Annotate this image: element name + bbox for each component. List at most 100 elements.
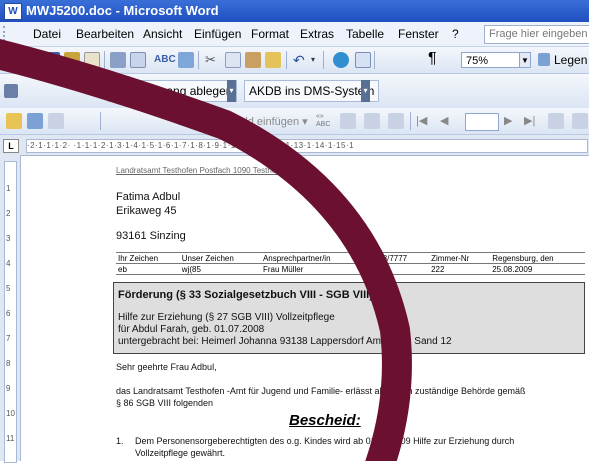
table-header-cell: Ihr Zeichen (116, 252, 180, 264)
email-icon[interactable] (84, 52, 100, 68)
menu-bearbeiten[interactable]: Bearbeiten (76, 27, 134, 41)
reference-table: Ihr Zeichen Unser Zeichen Ansprechpartne… (116, 252, 585, 275)
menu-ansicht[interactable]: Ansicht (143, 27, 182, 41)
permission-icon[interactable] (64, 52, 80, 68)
decision-heading: Bescheid: (289, 412, 361, 429)
find-entry-icon[interactable] (548, 113, 564, 129)
title-bar: W MWJ5200.doc - Microsoft Word (0, 0, 589, 22)
standard-toolbar: ABC ✂ ↶ ▾ ¶ 75% ▼ Legen (0, 47, 589, 74)
show-hide-icon[interactable]: ¶ (428, 50, 444, 67)
previous-record-icon[interactable]: ◀ (440, 113, 456, 129)
menu-grip-handle[interactable] (3, 26, 8, 41)
print-icon[interactable] (110, 52, 126, 68)
table-header-cell: Ansprechpartner/in (260, 252, 365, 264)
open-data-source-icon[interactable] (27, 113, 43, 129)
table-cell: eb (116, 263, 180, 275)
help-search-input[interactable]: Frage hier eingeben (484, 25, 589, 44)
v-ruler-mark: 1 (6, 184, 11, 193)
in-vorgang-ablegen-button[interactable]: in Vorgang ablegen (108, 80, 238, 102)
toolbar-separator (374, 51, 375, 69)
akdb-dms-button[interactable]: AKDB ins DMS-System (244, 80, 380, 102)
menu-extras[interactable]: Extras (300, 27, 334, 41)
vertical-ruler[interactable]: 1 2 3 4 5 6 7 8 9 10 11 (0, 155, 21, 463)
menu-fenster[interactable]: Fenster (398, 27, 439, 41)
recipients-icon[interactable] (48, 113, 64, 129)
new-document-icon[interactable] (4, 52, 19, 69)
read-mode-button[interactable]: Legen (554, 53, 587, 67)
window-title: MWJ5200.doc - Microsoft Word (26, 3, 219, 18)
last-record-icon[interactable]: ▶| (524, 113, 540, 129)
read-mode-icon[interactable] (538, 53, 550, 66)
toolbar-grip-icon[interactable] (4, 84, 18, 98)
research-icon[interactable] (178, 52, 194, 68)
merge-to-printer-icon[interactable] (572, 113, 588, 129)
open-icon[interactable] (24, 52, 40, 68)
propagate-labels-icon[interactable] (388, 113, 404, 129)
archive-icon (112, 83, 126, 97)
zoom-select[interactable]: 75% (461, 52, 521, 68)
table-row: Ihr Zeichen Unser Zeichen Ansprechpartne… (116, 252, 585, 264)
highlight-fields-icon[interactable] (340, 113, 356, 129)
go-to-record-input[interactable] (465, 113, 499, 131)
ruler-scale: ·2·1·1·1·2· ·1·1·1·2·1·3·1·4·1·5·1·6·1·7… (26, 139, 588, 153)
in-vorgang-ablegen-label: in Vorgang ablegen (129, 84, 233, 98)
table-header-cell: Zimmer-Nr (429, 252, 491, 264)
print-preview-icon[interactable] (130, 52, 146, 68)
toolbar-separator (198, 51, 199, 69)
subject-title: Förderung (§ 33 Sozialgesetzbuch VIII - … (118, 289, 377, 301)
v-ruler-mark: 10 (6, 409, 15, 418)
insert-condition-field-dropdown[interactable]: Bedingungsfeld einfügen ▾ (178, 115, 308, 128)
horizontal-ruler[interactable]: L ·2·1·1·1·2· ·1·1·1·2·1·3·1·4·1·5·1·6·1… (0, 135, 589, 156)
format-painter-icon[interactable] (265, 52, 281, 68)
vorgang-dropdown-icon[interactable]: ▾ (227, 80, 236, 102)
v-ruler-mark: 3 (6, 234, 11, 243)
recipient-street: Erikaweg 45 (116, 205, 177, 217)
main-document-setup-icon[interactable] (6, 113, 22, 129)
salutation: Sehr geehrte Frau Adbul, (116, 362, 217, 372)
tables-borders-icon[interactable] (355, 52, 371, 68)
zoom-dropdown-icon[interactable]: ▼ (519, 52, 531, 68)
table-cell: wj(85 (179, 263, 261, 275)
paragraph-1-line-b: § 86 SGB VIII folgenden (116, 398, 214, 408)
table-row: eb wj(85 Frau Müller 9 222 25.08.2009 (116, 263, 585, 275)
subject-line-1: Hilfe zur Erziehung (§ 27 SGB VIII) Voll… (118, 312, 335, 323)
undo-icon[interactable]: ↶ (293, 52, 309, 68)
cut-icon[interactable]: ✂ (205, 52, 221, 68)
subject-line-3: untergebracht bei: Heimerl Johanna 93138… (118, 336, 452, 347)
v-ruler-mark: 2 (6, 209, 11, 218)
view-merged-data-icon[interactable]: «» ABC (316, 113, 332, 129)
subject-box: Förderung (§ 33 Sozialgesetzbuch VIII - … (113, 282, 585, 354)
undo-dropdown-icon[interactable]: ▾ (311, 52, 327, 68)
dms-toolbar: in Vorgang ablegen ▾ AKDB ins DMS-System… (0, 74, 589, 109)
v-ruler-mark: 4 (6, 259, 11, 268)
first-record-icon[interactable]: |◀ (416, 113, 432, 129)
toolbar-separator (286, 51, 287, 69)
table-cell: Frau Müller (260, 263, 365, 275)
spelling-icon[interactable]: ABC (154, 52, 176, 68)
menu-datei[interactable]: Datei (33, 27, 61, 41)
paste-icon[interactable] (245, 52, 261, 68)
tab-stop-selector[interactable]: L (3, 139, 19, 153)
menu-tabelle[interactable]: Tabelle (346, 27, 384, 41)
item-1-number: 1. (116, 436, 124, 446)
menu-help[interactable]: ? (452, 27, 459, 41)
menu-einfuegen[interactable]: Einfügen (194, 27, 241, 41)
next-record-icon[interactable]: ▶ (504, 113, 520, 129)
toolbar-separator (323, 51, 324, 69)
table-header-cell: Regensburg, den (490, 252, 585, 264)
akdb-dropdown-icon[interactable]: ▾ (361, 80, 370, 102)
sender-line: Landratsamt Testhofen Postfach 1090 Test… (116, 166, 288, 175)
save-icon[interactable] (44, 52, 60, 68)
table-cell: 25.08.2009 (490, 263, 585, 275)
table-header-cell: -8888/7777 (364, 252, 430, 264)
subject-line-2: für Abdul Farah, geb. 01.07.2008 (118, 324, 265, 335)
menu-format[interactable]: Format (251, 27, 289, 41)
v-ruler-mark: 5 (6, 284, 11, 293)
match-fields-icon[interactable] (364, 113, 380, 129)
paragraph-1-line-a: das Landratsamt Testhofen -Amt für Jugen… (116, 386, 526, 396)
copy-icon[interactable] (225, 52, 241, 68)
word-document-icon[interactable]: W (4, 3, 22, 20)
hyperlink-icon[interactable] (333, 52, 349, 68)
mailmerge-toolbar: Bedingungsfeld einfügen ▾ «» ABC |◀ ◀ ▶ ▶… (0, 108, 589, 135)
v-ruler-mark: 7 (6, 334, 11, 343)
